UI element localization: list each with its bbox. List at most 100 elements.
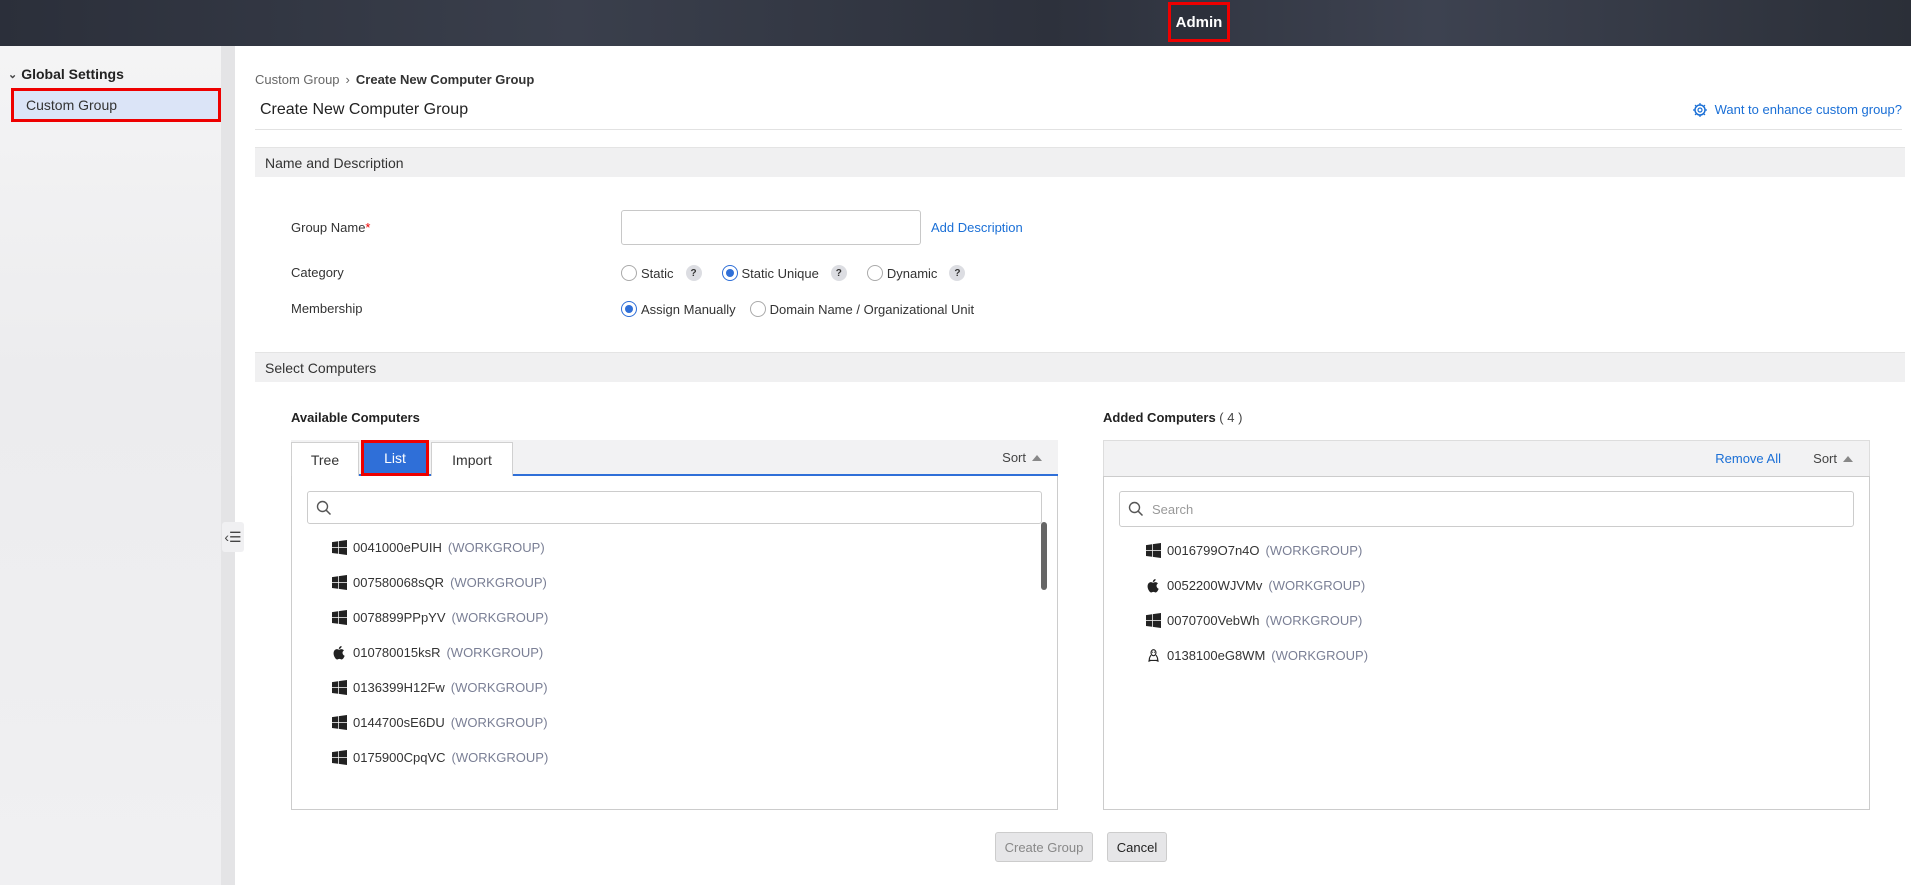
added-search-input[interactable]: Search bbox=[1119, 491, 1854, 527]
chevron-right-icon: › bbox=[345, 72, 350, 87]
group-name-input[interactable] bbox=[621, 210, 921, 245]
membership-radio-group: Assign Manually Domain Name / Organizati… bbox=[621, 301, 974, 317]
windows-icon bbox=[332, 540, 347, 555]
windows-icon bbox=[1146, 543, 1161, 558]
computer-list-item[interactable]: 0175900CpqVC (WORKGROUP) bbox=[332, 740, 548, 775]
collapse-sidebar-icon[interactable]: ‹☰ bbox=[222, 522, 244, 552]
membership-label: Membership bbox=[291, 301, 363, 316]
windows-icon bbox=[332, 750, 347, 765]
available-computers-title: Available Computers bbox=[291, 410, 420, 425]
category-static-unique-radio[interactable] bbox=[721, 265, 738, 281]
added-computers-panel: Remove All Sort Search 0016799O7n4O (WORK… bbox=[1103, 440, 1870, 810]
cancel-button[interactable]: Cancel bbox=[1107, 832, 1167, 862]
available-sort-button[interactable]: Sort bbox=[1002, 450, 1042, 465]
group-name-label: Group Name* bbox=[291, 220, 370, 235]
gear-sparkle-icon bbox=[1692, 103, 1707, 117]
computer-name: 007580068sQR bbox=[353, 575, 445, 590]
breadcrumb-current: Create New Computer Group bbox=[355, 72, 535, 87]
computer-workgroup: (WORKGROUP) bbox=[446, 645, 544, 660]
view-tabs: Tree List Import Sort bbox=[291, 440, 1058, 476]
computer-workgroup: (WORKGROUP) bbox=[450, 680, 548, 695]
computer-name: 0175900CpqVC bbox=[353, 750, 446, 765]
available-sort-label: Sort bbox=[1002, 450, 1026, 465]
group-name-label-text: Group Name bbox=[291, 220, 366, 235]
search-icon bbox=[1128, 501, 1144, 517]
create-group-button[interactable]: Create Group bbox=[995, 832, 1093, 862]
category-dynamic-label[interactable]: Dynamic bbox=[887, 266, 938, 281]
computer-list-item[interactable]: 007580068sQR (WORKGROUP) bbox=[332, 565, 548, 600]
computer-list-item[interactable]: 0136399H12Fw (WORKGROUP) bbox=[332, 670, 548, 705]
computer-list-item[interactable]: 0041000ePUIH (WORKGROUP) bbox=[332, 530, 548, 565]
tab-import[interactable]: Import bbox=[431, 442, 513, 476]
required-mark: * bbox=[365, 220, 371, 235]
category-static-radio[interactable] bbox=[621, 265, 637, 281]
enhance-custom-group-link[interactable]: Want to enhance custom group? bbox=[1691, 100, 1902, 118]
category-static-unique-label[interactable]: Static Unique bbox=[742, 266, 819, 281]
sidebar-edge bbox=[221, 46, 235, 885]
top-bar: Admin bbox=[0, 0, 1911, 46]
breadcrumb-parent[interactable]: Custom Group bbox=[255, 72, 340, 87]
computer-list-item[interactable]: 0078899PPpYV (WORKGROUP) bbox=[332, 600, 548, 635]
breadcrumb: Custom Group › Create New Computer Group bbox=[255, 72, 534, 87]
computer-list-item[interactable]: 0070700VebWh (WORKGROUP) bbox=[1146, 603, 1368, 638]
available-computers-list: 0041000ePUIH (WORKGROUP) 007580068sQR (WORK… bbox=[291, 476, 1058, 810]
windows-icon bbox=[332, 575, 347, 590]
add-description-link[interactable]: Add Description bbox=[931, 220, 1023, 235]
section-name-description: Name and Description bbox=[255, 147, 1905, 177]
scrollbar-thumb[interactable] bbox=[1041, 522, 1047, 590]
added-computers-title-text: Added Computers bbox=[1103, 410, 1216, 425]
available-search-input[interactable] bbox=[307, 491, 1042, 524]
added-sort-button[interactable]: Sort bbox=[1813, 451, 1853, 466]
computer-name: 0016799O7n4O bbox=[1167, 543, 1260, 558]
computer-name: 0052200WJVMv bbox=[1167, 578, 1263, 593]
apple-icon bbox=[332, 645, 347, 660]
computer-list-item[interactable]: 0138100eG8WM (WORKGROUP) bbox=[1146, 638, 1368, 673]
membership-assign-manually-radio[interactable] bbox=[621, 301, 637, 317]
added-computers-title: Added Computers ( 4 ) bbox=[1103, 410, 1242, 425]
added-computers-list: Search 0016799O7n4O (WORKGROUP) 0052200WJV… bbox=[1103, 476, 1870, 810]
linux-icon bbox=[1146, 648, 1161, 663]
windows-icon bbox=[332, 680, 347, 695]
help-icon[interactable]: ? bbox=[830, 265, 847, 281]
added-computers-header: Remove All Sort bbox=[1103, 440, 1870, 476]
title-divider bbox=[255, 129, 1902, 130]
computer-name: 0041000ePUIH bbox=[353, 540, 442, 555]
membership-domain-ou-radio[interactable] bbox=[749, 301, 766, 317]
computer-list-item[interactable]: 0144700sE6DU (WORKGROUP) bbox=[332, 705, 548, 740]
computer-workgroup: (WORKGROUP) bbox=[450, 715, 548, 730]
help-icon[interactable]: ? bbox=[949, 265, 966, 281]
admin-tab[interactable]: Admin bbox=[1168, 2, 1230, 42]
sidebar-section-label: Global Settings bbox=[21, 66, 124, 82]
membership-assign-manually-label[interactable]: Assign Manually bbox=[641, 302, 736, 317]
computer-workgroup: (WORKGROUP) bbox=[1271, 648, 1369, 663]
remove-all-link[interactable]: Remove All bbox=[1715, 451, 1781, 466]
computer-workgroup: (WORKGROUP) bbox=[451, 610, 549, 625]
category-radio-group: Static ? Static Unique ? Dynamic ? bbox=[621, 265, 985, 281]
sort-asc-icon bbox=[1032, 454, 1042, 461]
search-icon bbox=[316, 500, 332, 515]
tab-tree[interactable]: Tree bbox=[291, 442, 359, 476]
computer-workgroup: (WORKGROUP) bbox=[447, 540, 545, 555]
category-static-label[interactable]: Static bbox=[641, 266, 674, 281]
computer-workgroup: (WORKGROUP) bbox=[1265, 543, 1363, 558]
tab-list[interactable]: List bbox=[361, 440, 429, 476]
computer-list-item[interactable]: 0052200WJVMv (WORKGROUP) bbox=[1146, 568, 1368, 603]
computer-list-item[interactable]: 0016799O7n4O (WORKGROUP) bbox=[1146, 533, 1368, 568]
category-dynamic-radio[interactable] bbox=[866, 265, 883, 281]
page-title: Create New Computer Group bbox=[260, 101, 469, 118]
section-select-computers: Select Computers bbox=[255, 352, 1905, 382]
help-icon[interactable]: ? bbox=[685, 265, 702, 281]
apple-icon bbox=[1146, 578, 1161, 593]
added-computer-items: 0016799O7n4O (WORKGROUP) 0052200WJVMv (WORK… bbox=[1146, 533, 1368, 673]
added-computers-count: ( 4 ) bbox=[1219, 410, 1243, 425]
computer-list-item[interactable]: 010780015ksR (WORKGROUP) bbox=[332, 635, 548, 670]
sidebar-item-custom-group[interactable]: Custom Group bbox=[11, 88, 221, 122]
computer-name: 0078899PPpYV bbox=[353, 610, 446, 625]
computer-workgroup: (WORKGROUP) bbox=[1268, 578, 1366, 593]
computer-workgroup: (WORKGROUP) bbox=[451, 750, 549, 765]
sidebar-section-global-settings[interactable]: ⌄ Global Settings bbox=[8, 66, 124, 82]
chevron-down-icon: ⌄ bbox=[8, 68, 18, 81]
sidebar: ⌄ Global Settings Custom Group bbox=[0, 46, 221, 885]
membership-domain-ou-label[interactable]: Domain Name / Organizational Unit bbox=[770, 302, 974, 317]
enhance-link-label: Want to enhance custom group? bbox=[1714, 101, 1902, 117]
